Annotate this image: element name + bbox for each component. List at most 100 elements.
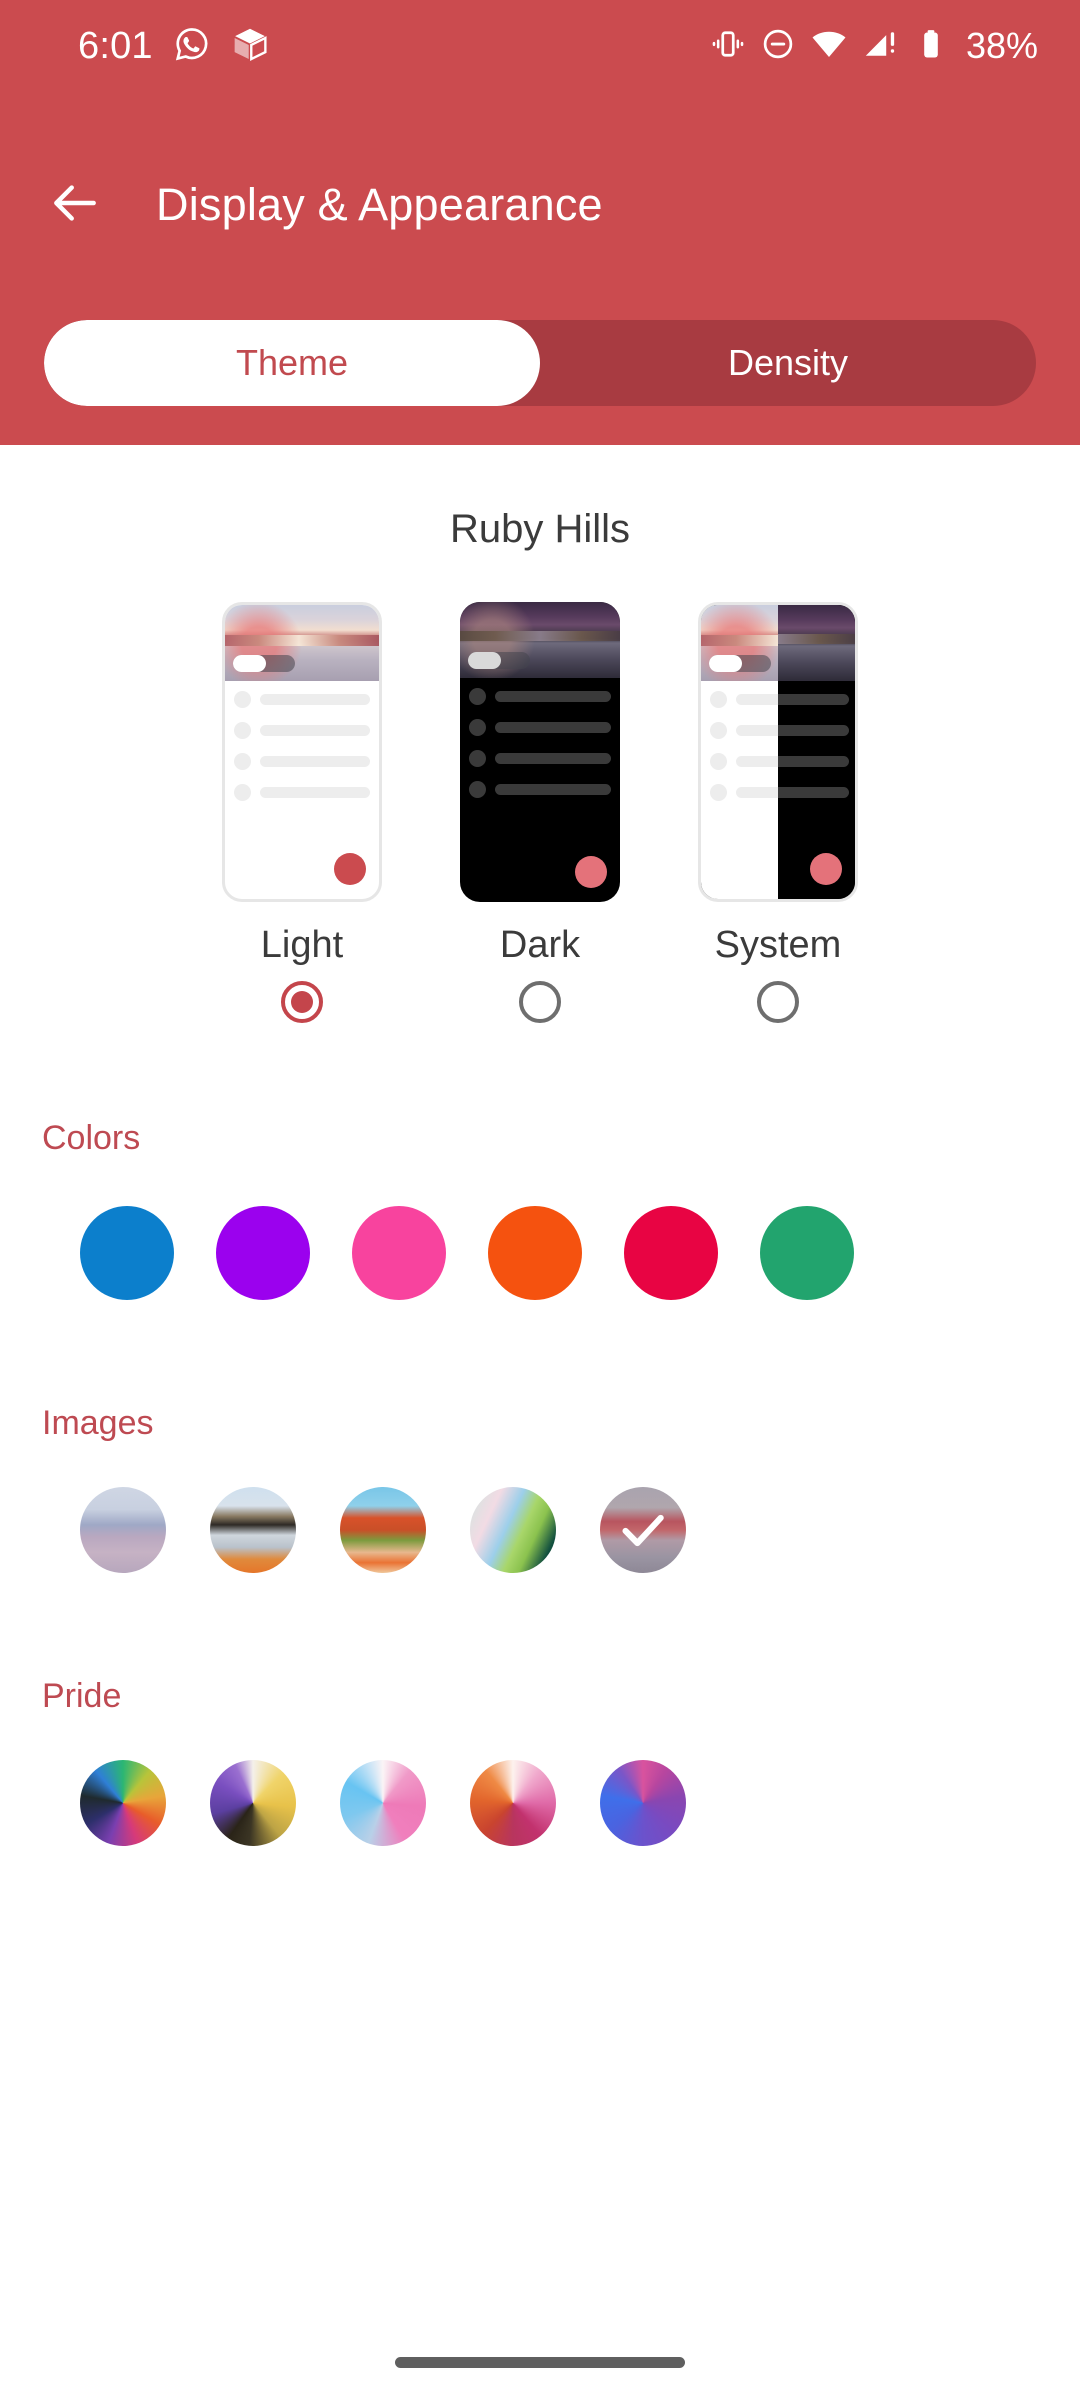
preview-line xyxy=(260,756,370,767)
preview-list-item xyxy=(234,753,370,770)
status-bar-right: 38% xyxy=(710,25,1038,68)
section-pride: Pride xyxy=(0,1677,1080,1846)
preview-list-rows xyxy=(701,691,778,815)
color-swatch-orange[interactable] xyxy=(488,1206,582,1300)
preview-line xyxy=(778,787,849,798)
section-title-colors: Colors xyxy=(42,1119,141,1157)
preview-line xyxy=(260,787,370,798)
theme-preview-dark[interactable] xyxy=(460,602,620,902)
preview-list-item xyxy=(778,753,849,770)
preview-list-item xyxy=(234,691,370,708)
preview-line xyxy=(736,756,778,767)
preview-list-item xyxy=(778,784,849,801)
image-thumb-leaf-pastel[interactable] xyxy=(470,1487,556,1573)
preview-fab xyxy=(334,853,366,885)
theme-radio-light[interactable] xyxy=(281,981,323,1023)
preview-list-rows xyxy=(778,691,855,815)
pride-wheel-lesbian[interactable] xyxy=(470,1760,556,1846)
do-not-disturb-icon xyxy=(760,26,796,67)
status-bar: 6:01 38% xyxy=(0,0,1080,92)
preview-search-pill xyxy=(468,652,530,669)
color-swatch-row xyxy=(42,1206,1080,1300)
color-swatch-crimson[interactable] xyxy=(624,1206,718,1300)
color-swatch-blue[interactable] xyxy=(80,1206,174,1300)
pride-wheel-nonbinary[interactable] xyxy=(210,1760,296,1846)
section-images: Images xyxy=(0,1404,1080,1573)
preview-avatar xyxy=(710,691,727,708)
pride-wheel-trans[interactable] xyxy=(340,1760,426,1846)
preview-list-item xyxy=(710,753,778,770)
preview-list-item xyxy=(469,688,611,705)
back-button[interactable] xyxy=(20,150,130,260)
preview-list-item xyxy=(469,781,611,798)
tab-theme[interactable]: Theme xyxy=(44,320,540,406)
preview-line xyxy=(778,694,849,705)
theme-radio-dark[interactable] xyxy=(519,981,561,1023)
preview-line xyxy=(495,753,611,764)
preview-line xyxy=(260,694,370,705)
preview-line xyxy=(495,784,611,795)
image-thumb-canyon-cactus[interactable] xyxy=(340,1487,426,1573)
tab-segmented-control: Theme Density xyxy=(44,320,1036,406)
section-colors: Colors xyxy=(0,1119,1080,1300)
app-bar: Display & Appearance xyxy=(0,150,1080,260)
theme-option-light[interactable]: Light xyxy=(222,602,382,1023)
vibrate-icon xyxy=(710,26,746,67)
preview-avatar xyxy=(234,722,251,739)
preview-fab xyxy=(810,853,842,885)
pride-wheel-rainbow[interactable] xyxy=(80,1760,166,1846)
theme-option-dark[interactable]: Dark xyxy=(460,602,620,1023)
cellular-signal-icon xyxy=(862,25,900,68)
image-thumb-mountain-mist[interactable] xyxy=(80,1487,166,1573)
section-title-pride: Pride xyxy=(42,1677,122,1715)
preview-line xyxy=(778,725,849,736)
preview-list-item xyxy=(778,722,849,739)
image-thumb-ruby-hills[interactable] xyxy=(600,1487,686,1573)
package-icon xyxy=(231,25,269,68)
preview-list-item xyxy=(234,784,370,801)
preview-list-item xyxy=(469,719,611,736)
gesture-handle[interactable] xyxy=(395,2357,685,2368)
whatsapp-icon xyxy=(173,25,211,68)
theme-option-label-dark: Dark xyxy=(499,924,581,966)
preview-line xyxy=(778,756,849,767)
theme-preview-row: Light Dark System xyxy=(0,602,1080,1023)
preview-list-item xyxy=(710,722,778,739)
theme-preview-system[interactable] xyxy=(698,602,858,902)
back-arrow-icon xyxy=(47,175,103,236)
page-title: Display & Appearance xyxy=(156,179,603,230)
preview-list-rows xyxy=(225,691,379,815)
battery-icon xyxy=(914,27,948,66)
preview-avatar xyxy=(710,753,727,770)
preview-line xyxy=(736,787,778,798)
preview-avatar xyxy=(469,781,486,798)
pride-wheel-bi[interactable] xyxy=(600,1760,686,1846)
preview-hero-image xyxy=(778,605,855,681)
screen-root: 6:01 38% Display & Appearance Theme Dens… xyxy=(0,0,1080,2400)
content-area: Ruby Hills Light Dark System Colors Imag… xyxy=(0,445,1080,2400)
color-swatch-purple[interactable] xyxy=(216,1206,310,1300)
check-icon xyxy=(600,1487,686,1573)
preview-line xyxy=(495,722,611,733)
image-thumb-desert-ridge[interactable] xyxy=(210,1487,296,1573)
preview-list-item xyxy=(710,784,778,801)
system-navigation-bar xyxy=(0,2304,1080,2400)
theme-option-label-system: System xyxy=(714,924,842,966)
preview-line xyxy=(736,694,778,705)
preview-list-item xyxy=(710,691,778,708)
preview-split-light xyxy=(701,605,778,899)
theme-preview-light[interactable] xyxy=(222,602,382,902)
theme-option-label-light: Light xyxy=(260,924,344,966)
status-bar-left: 6:01 xyxy=(78,25,269,68)
battery-percent-label: 38% xyxy=(965,25,1038,66)
theme-option-system[interactable]: System xyxy=(698,602,858,1023)
color-swatch-pink[interactable] xyxy=(352,1206,446,1300)
theme-radio-system[interactable] xyxy=(757,981,799,1023)
tab-density[interactable]: Density xyxy=(540,320,1036,406)
preview-avatar xyxy=(469,719,486,736)
preview-list-item xyxy=(778,691,849,708)
preview-avatar xyxy=(710,722,727,739)
color-swatch-green[interactable] xyxy=(760,1206,854,1300)
app-header: 6:01 38% Display & Appearance Theme Dens… xyxy=(0,0,1080,445)
preview-avatar xyxy=(469,750,486,767)
